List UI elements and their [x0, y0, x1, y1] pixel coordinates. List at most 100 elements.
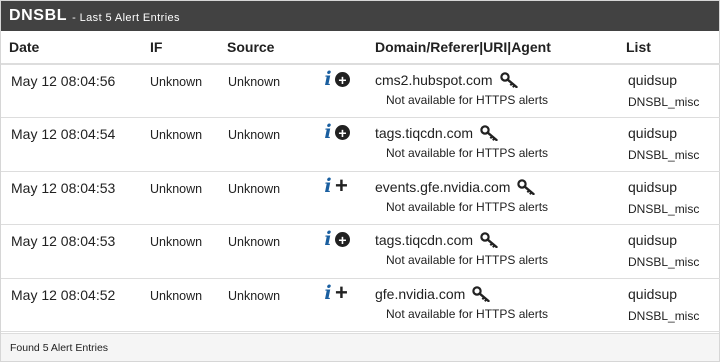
key-icon[interactable]: [472, 285, 490, 302]
plus-icon[interactable]: +: [335, 281, 348, 304]
alert-interface: Unknown: [150, 128, 203, 142]
info-icon[interactable]: i: [323, 177, 333, 196]
domain-cell: gfe.nvidia.com Not available for HTTPS al…: [367, 278, 618, 332]
list-name: quidsup: [628, 232, 678, 248]
alert-domain: events.gfe.nvidia.com: [375, 178, 511, 195]
actions-cell: i +: [319, 117, 367, 172]
domain-cell: events.gfe.nvidia.com Not available for H…: [367, 171, 618, 225]
alert-interface: Unknown: [150, 75, 203, 89]
widget-footer: Found 5 Alert Entries: [1, 333, 719, 361]
info-icon[interactable]: i: [323, 230, 333, 249]
info-icon[interactable]: i: [323, 284, 333, 303]
info-icon[interactable]: i: [323, 70, 333, 89]
alert-date: May 12 08:04:52: [11, 286, 116, 303]
widget-title: DNSBL: [9, 7, 68, 24]
actions-cell: i +: [319, 171, 367, 225]
table-row: May 12 08:04:56 Unknown Unknown i + cms2.hubs…: [1, 64, 720, 118]
list-name: quidsup: [628, 178, 678, 195]
list-cell: quidsup DNSBL_misc: [618, 64, 720, 118]
domain-cell: tags.tiqcdn.com Not available for HTTPS a…: [367, 117, 618, 172]
alert-count-text: Found 5 Alert Entries: [10, 341, 109, 354]
column-header-if: IF: [142, 31, 219, 65]
actions-cell: i +: [319, 278, 367, 332]
if-cell: Unknown: [142, 64, 219, 118]
alerts-table: Date IF Source Domain/Referer|URI|Agent …: [1, 31, 720, 332]
if-cell: Unknown: [142, 117, 219, 172]
source-cell: Unknown: [219, 64, 319, 118]
actions-cell: i +: [319, 64, 367, 118]
key-icon[interactable]: [480, 232, 498, 249]
column-header-domain: Domain/Referer|URI|Agent: [367, 31, 618, 65]
referer-note: Not available for HTTPS alerts: [386, 253, 549, 267]
table-row: May 12 08:04:52 Unknown Unknown i + gfe.nvidi…: [1, 278, 720, 332]
actions-cell: i +: [319, 224, 367, 279]
source-cell: Unknown: [219, 224, 319, 279]
referer-note: Not available for HTTPS alerts: [386, 93, 549, 107]
dnsbl-widget: DNSBL - Last 5 Alert Entries Date IF Sou…: [0, 0, 720, 362]
alert-interface: Unknown: [150, 235, 203, 249]
widget-subtitle: - Last 5 Alert Entries: [72, 11, 180, 24]
source-cell: Unknown: [219, 117, 319, 172]
alert-interface: Unknown: [150, 288, 203, 303]
date-cell: May 12 08:04:53: [1, 224, 142, 279]
add-circle-icon[interactable]: +: [335, 72, 350, 87]
referer-note: Not available for HTTPS alerts: [386, 199, 549, 214]
date-cell: May 12 08:04:54: [1, 117, 142, 172]
alert-interface: Unknown: [150, 181, 203, 196]
alert-date: May 12 08:04:53: [11, 233, 116, 249]
alert-domain: gfe.nvidia.com: [375, 285, 466, 302]
alert-domain: tags.tiqcdn.com: [375, 125, 474, 141]
key-icon[interactable]: [517, 178, 536, 195]
source-cell: Unknown: [219, 171, 319, 225]
date-cell: May 12 08:04:56: [1, 64, 142, 118]
if-cell: Unknown: [142, 224, 219, 279]
list-name: quidsup: [628, 285, 678, 302]
if-cell: Unknown: [142, 278, 219, 332]
list-cell: quidsup DNSBL_misc: [618, 278, 720, 332]
table-row: May 12 08:04:53 Unknown Unknown i + events.gf…: [1, 171, 720, 225]
list-cell: quidsup DNSBL_misc: [618, 171, 720, 225]
widget-header: DNSBL - Last 5 Alert Entries: [1, 1, 719, 31]
list-group: DNSBL_misc: [628, 95, 700, 109]
list-group: DNSBL_misc: [628, 255, 700, 269]
table-row: May 12 08:04:53 Unknown Unknown i + tags.tiqc…: [1, 224, 720, 279]
referer-note: Not available for HTTPS alerts: [386, 146, 549, 160]
list-name: quidsup: [628, 125, 678, 141]
column-header-source: Source: [219, 31, 319, 65]
list-group: DNSBL_misc: [628, 148, 700, 162]
column-header-actions: [319, 31, 367, 65]
list-group: DNSBL_misc: [628, 201, 700, 216]
alert-source: Unknown: [228, 128, 281, 142]
referer-note: Not available for HTTPS alerts: [386, 306, 549, 321]
column-header-list: List: [618, 31, 720, 65]
alert-domain: tags.tiqcdn.com: [375, 232, 474, 248]
table-row: May 12 08:04:54 Unknown Unknown i + tags.tiqc…: [1, 117, 720, 172]
alert-source: Unknown: [228, 235, 281, 249]
add-circle-icon[interactable]: +: [335, 125, 350, 140]
list-group: DNSBL_misc: [628, 308, 700, 323]
source-cell: Unknown: [219, 278, 319, 332]
key-icon[interactable]: [480, 125, 498, 142]
plus-icon[interactable]: +: [335, 174, 348, 197]
add-circle-icon[interactable]: +: [335, 232, 350, 247]
domain-cell: cms2.hubspot.com Not available for HTTPS …: [367, 64, 618, 118]
alert-source: Unknown: [228, 75, 281, 89]
list-cell: quidsup DNSBL_misc: [618, 224, 720, 279]
alert-domain: cms2.hubspot.com: [375, 72, 493, 88]
table-body: May 12 08:04:56 Unknown Unknown i + cms2.hubs…: [1, 64, 720, 332]
alert-date: May 12 08:04:54: [11, 126, 116, 142]
key-icon[interactable]: [499, 72, 518, 89]
table-header: Date IF Source Domain/Referer|URI|Agent …: [1, 31, 720, 65]
column-header-date: Date: [1, 31, 142, 65]
date-cell: May 12 08:04:53: [1, 171, 142, 225]
alert-source: Unknown: [228, 181, 281, 196]
list-name: quidsup: [628, 72, 678, 88]
alert-date: May 12 08:04:53: [11, 179, 116, 196]
list-cell: quidsup DNSBL_misc: [618, 117, 720, 172]
alert-date: May 12 08:04:56: [11, 73, 116, 89]
domain-cell: tags.tiqcdn.com Not available for HTTPS a…: [367, 224, 618, 279]
if-cell: Unknown: [142, 171, 219, 225]
date-cell: May 12 08:04:52: [1, 278, 142, 332]
alert-source: Unknown: [228, 288, 281, 303]
info-icon[interactable]: i: [323, 123, 333, 142]
